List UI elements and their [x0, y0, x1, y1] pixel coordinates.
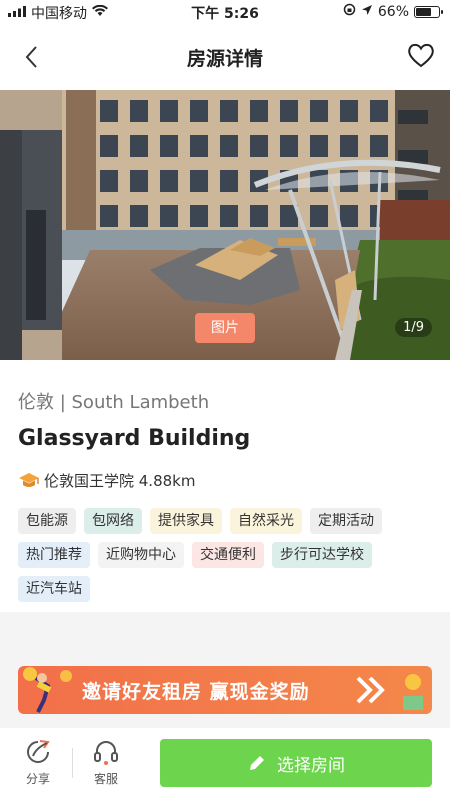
- heart-outline-icon: [408, 43, 434, 68]
- feature-tag: 交通便利: [192, 542, 264, 568]
- feature-tag: 热门推荐: [18, 542, 90, 568]
- location-arrow-icon: [361, 4, 373, 20]
- page-title: 房源详情: [186, 48, 263, 70]
- property-location: 伦敦 | South Lambeth: [18, 392, 210, 413]
- feature-tag: 包网络: [84, 508, 142, 534]
- photo-gallery[interactable]: 图片 1/9: [0, 90, 450, 360]
- graduation-cap-icon: [19, 472, 39, 487]
- status-bar: 中国移动 下午 5:26 66%: [0, 0, 450, 24]
- photo-counter: 1/9: [395, 318, 432, 337]
- banner-text: 邀请好友租房 赢现金奖励: [82, 681, 310, 703]
- property-name: Glassyard Building: [18, 426, 251, 451]
- bottom-divider: [72, 748, 73, 778]
- feature-tag: 定期活动: [310, 508, 382, 534]
- feature-tag: 自然采光: [230, 508, 302, 534]
- share-button[interactable]: 分享: [18, 738, 58, 787]
- favorite-button[interactable]: [406, 40, 436, 70]
- feature-tag: 提供家具: [150, 508, 222, 534]
- customer-service-button[interactable]: 客服: [86, 738, 126, 787]
- select-room-label: 选择房间: [277, 755, 345, 776]
- nearby-school-text: 伦敦国王学院 4.88km: [44, 472, 196, 490]
- photo-tab-button[interactable]: 图片: [195, 313, 255, 343]
- share-label: 分享: [25, 772, 50, 786]
- share-icon: [27, 740, 50, 763]
- orientation-lock-icon: [343, 3, 356, 20]
- service-label: 客服: [93, 772, 118, 786]
- feature-tag: 近汽车站: [18, 576, 90, 602]
- nearby-school: 伦敦国王学院 4.88km: [18, 470, 195, 491]
- feature-tag: 步行可达学校: [272, 542, 372, 568]
- bottom-action-bar: 分享 客服 选择房间: [0, 728, 450, 800]
- feature-tags: 包能源 包网络 提供家具 自然采光 定期活动热门推荐 近购物中心 交通便利 步行可达学校近汽车…: [18, 508, 438, 602]
- select-room-button[interactable]: 选择房间: [160, 739, 432, 787]
- headset-icon: [94, 741, 118, 765]
- feature-tag: 近购物中心: [98, 542, 184, 568]
- battery-percent: 66%: [377, 3, 409, 20]
- feature-tag: 包能源: [18, 508, 76, 534]
- battery-icon: [414, 5, 443, 18]
- pencil-icon: [250, 756, 264, 770]
- property-info: 伦敦 | South Lambeth Glassyard Building 伦敦…: [0, 360, 450, 612]
- nav-bar: 房源详情: [0, 24, 450, 90]
- invite-banner[interactable]: 邀请好友租房 赢现金奖励: [18, 666, 432, 714]
